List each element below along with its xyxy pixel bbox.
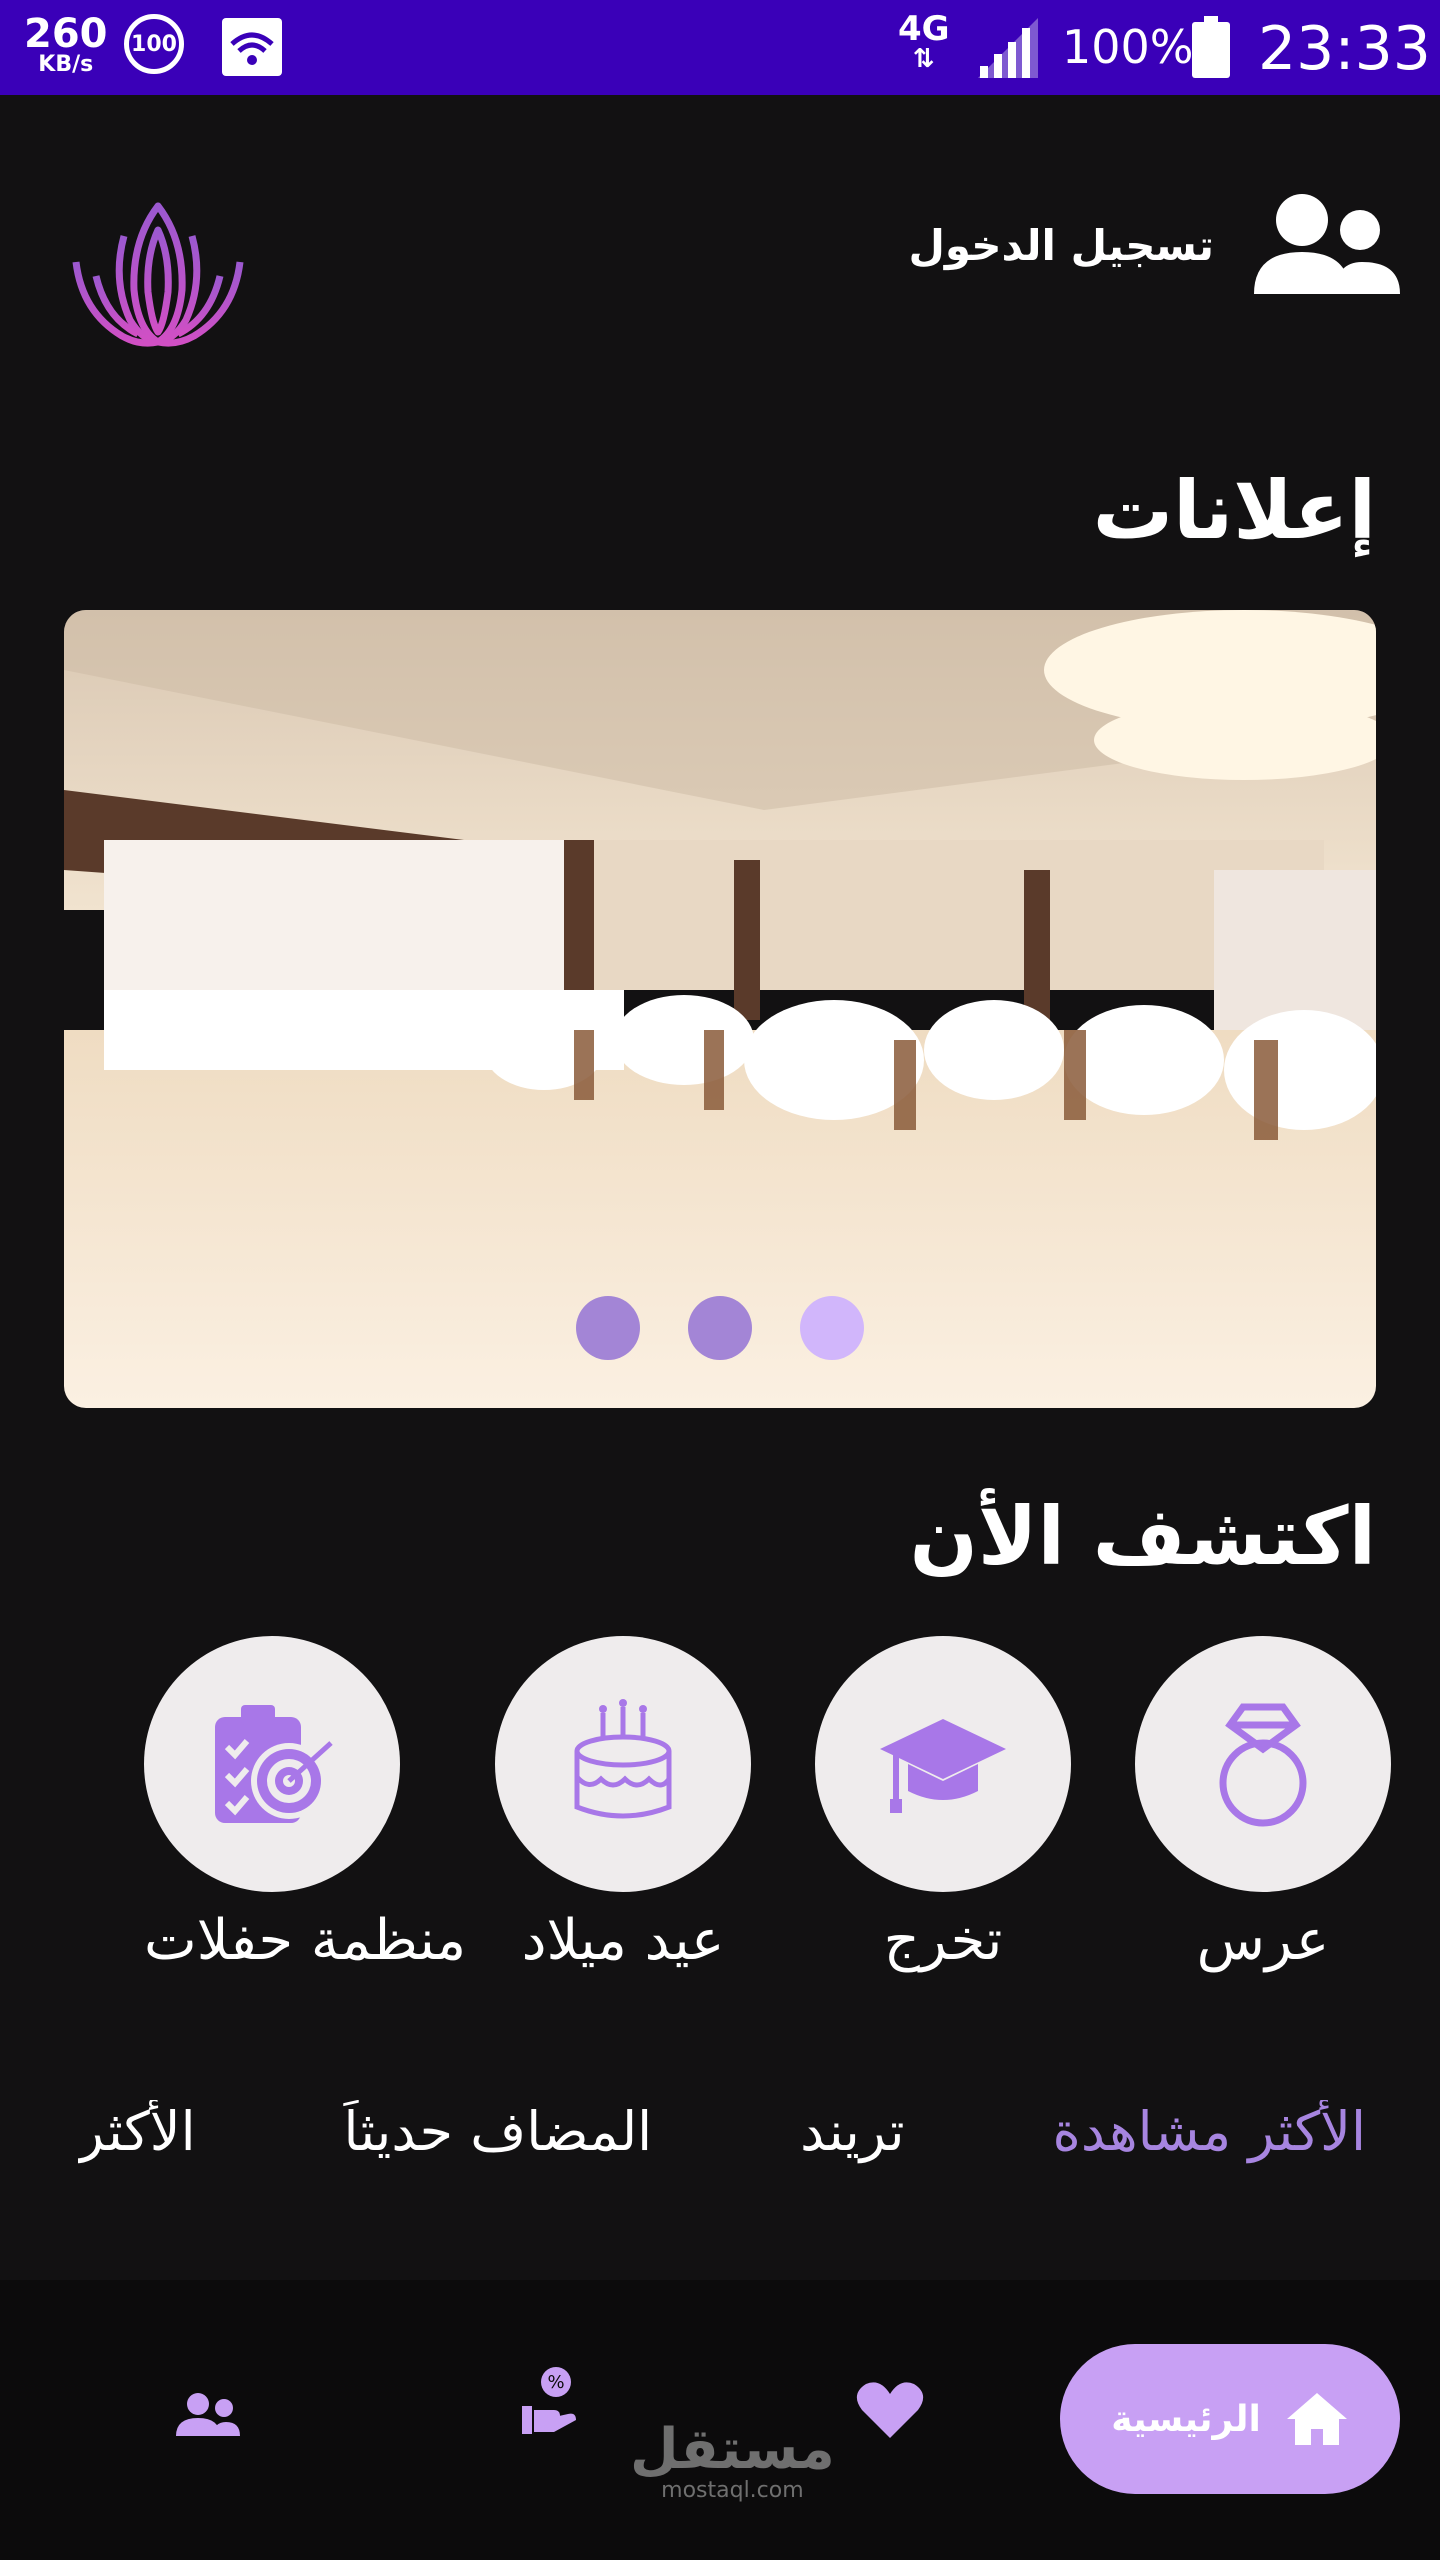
clipboard-target-icon: [215, 1705, 333, 1823]
carousel-dots: [64, 1296, 1376, 1360]
users-icon[interactable]: [176, 2392, 240, 2438]
login-button[interactable]: تسجيل الدخول: [908, 190, 1400, 300]
signal-icon: [978, 18, 1038, 78]
watermark: مستقل mostaql.com: [630, 2417, 835, 2504]
lotus-logo-icon: [72, 202, 244, 347]
category-circle: [1135, 1636, 1391, 1892]
category-graduation[interactable]: تخرج: [815, 1636, 1071, 1973]
tab-recently-added[interactable]: المضاف حديثاً: [344, 2100, 653, 2180]
net-speed-unit: KB/s: [38, 52, 94, 77]
network-type: 4G ⇅: [898, 12, 950, 72]
notification-badge: 100: [124, 14, 184, 74]
ring-icon: [1219, 1703, 1307, 1827]
category-wedding[interactable]: عرس: [1135, 1636, 1391, 1973]
tab-most-viewed[interactable]: الأكثر مشاهدة: [1053, 2100, 1366, 2180]
category-label: عرس: [1196, 1908, 1330, 1973]
discover-title: اكتشف الأن: [909, 1490, 1376, 1583]
clock: 23:33: [1258, 14, 1431, 84]
users-icon: [1254, 194, 1400, 294]
categories: عرس تخرج عيد ميلاد منظمة حفلات: [0, 1636, 1440, 1996]
tab-more[interactable]: الأكثر: [78, 2100, 196, 2180]
nav-home-label: الرئيسية: [1111, 2398, 1261, 2440]
net-speed-value: 260: [24, 11, 108, 57]
graduation-cap-icon: [880, 1719, 1006, 1813]
ad-banner-carousel[interactable]: [64, 610, 1376, 1408]
cake-icon: [574, 1699, 672, 1819]
offers-icon[interactable]: %: [520, 2366, 580, 2438]
heart-icon[interactable]: [856, 2380, 924, 2440]
watermark-title: مستقل: [630, 2417, 835, 2482]
category-label: عيد ميلاد: [521, 1908, 725, 1973]
carousel-dot[interactable]: [688, 1296, 752, 1360]
battery-icon: [1192, 16, 1230, 78]
category-circle: [495, 1636, 751, 1892]
carousel-dot[interactable]: [576, 1296, 640, 1360]
category-party-organizer[interactable]: منظمة حفلات: [144, 1636, 467, 1973]
carousel-dot-active[interactable]: [800, 1296, 864, 1360]
nav-home-button[interactable]: الرئيسية: [1060, 2344, 1400, 2494]
svg-text:%: %: [547, 2372, 564, 2393]
network-label: 4G: [898, 9, 950, 49]
net-speed: 260 KB/s: [24, 14, 108, 76]
home-icon: [1286, 2393, 1347, 2445]
data-arrows-icon: ⇅: [912, 44, 935, 74]
category-circle: [144, 1636, 400, 1892]
category-label: تخرج: [883, 1908, 1003, 1973]
wifi-icon: [222, 18, 282, 76]
category-birthday[interactable]: عيد ميلاد: [495, 1636, 751, 1973]
category-label: منظمة حفلات: [144, 1908, 467, 1973]
banquet-hall-image: [64, 610, 1376, 1408]
bottom-nav: الرئيسية % مستقل mostaql.com: [0, 2280, 1440, 2560]
login-label: تسجيل الدخول: [908, 220, 1214, 270]
ads-title: إعلانات: [1092, 464, 1376, 557]
battery-percent: 100%: [1062, 20, 1194, 74]
category-circle: [815, 1636, 1071, 1892]
filter-tabs: الأكثر مشاهدة تريند المضاف حديثاً الأكثر: [78, 2100, 1366, 2180]
tab-trending[interactable]: تريند: [800, 2100, 905, 2180]
status-bar: 260 KB/s 100 4G ⇅ 100% 23:33: [0, 0, 1440, 95]
